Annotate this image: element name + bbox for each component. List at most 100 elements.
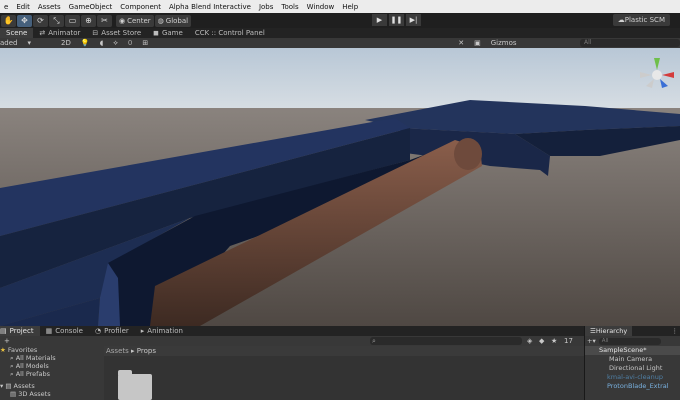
hierarchy-panel: ☰ Hierarchy ⋮ +▾ All SampleScene* Main C… [584, 326, 680, 400]
favorite-all-models[interactable]: ⌕ All Models [0, 362, 104, 370]
menu-edit[interactable]: Edit [12, 3, 34, 11]
folder-icon: ▤ [0, 327, 7, 335]
effects-icon[interactable]: ⟡ [108, 39, 123, 48]
breadcrumb-props[interactable]: Props [137, 347, 156, 355]
menu-window[interactable]: Window [303, 3, 339, 11]
lock-icon[interactable]: ⋮ [672, 327, 680, 335]
menu-jobs[interactable]: Jobs [255, 3, 277, 11]
breadcrumb-assets[interactable]: Assets [106, 347, 129, 355]
favorite-all-materials[interactable]: ⌕ All Materials [0, 354, 104, 362]
hidden-packages-count[interactable]: 17 [564, 337, 573, 345]
tab-game[interactable]: ◼ Game [147, 28, 189, 38]
tab-asset-store[interactable]: ⊟ Asset Store [86, 28, 147, 38]
scene-root[interactable]: SampleScene* [585, 346, 680, 355]
filter-type-icon[interactable]: ◈ [527, 337, 532, 345]
grip-end [454, 138, 482, 170]
animation-icon: ▸ [140, 327, 145, 335]
favorite-label: All Prefabs [15, 370, 50, 378]
favorites-label: Favorites [7, 346, 38, 354]
scale-icon[interactable]: ⤡ [49, 14, 64, 27]
pivot-toggle[interactable]: ◉ Center [116, 14, 154, 27]
project-toolbar: + ⌕ ◈ ◆ ★ 17 [0, 336, 584, 346]
hierarchy-title: Hierarchy [595, 327, 628, 335]
menu-component[interactable]: Component [116, 3, 165, 11]
animation-tab-label: Animation [147, 327, 183, 335]
menu-file[interactable]: e [0, 3, 12, 11]
assets-header[interactable]: ▾ ▤ Assets [0, 382, 104, 390]
tab-scene[interactable]: Scene [0, 28, 34, 38]
pivot-label: Center [127, 16, 151, 25]
favorites-header[interactable]: ★ Favorites [0, 346, 104, 354]
tools-icon[interactable]: ✕ [453, 39, 469, 47]
hierarchy-item[interactable]: kmal-avi-cleanup [585, 373, 680, 382]
main-toolbar: ✋ ✥ ⟳ ⤡ ▭ ⊕ ✂ ◉ Center ◍ Global ▶ ❚❚ ▶| ☁ … [0, 13, 680, 28]
menu-gameobject[interactable]: GameObject [65, 3, 117, 11]
scene-view[interactable] [0, 48, 680, 326]
chevron-down-icon[interactable]: ▾ [22, 39, 36, 47]
store-icon: ⊟ [92, 29, 99, 37]
hierarchy-item[interactable]: Main Camera [585, 355, 680, 364]
favorite-label: All Materials [15, 354, 56, 362]
menu-alpha-blend[interactable]: Alpha Blend Interactive [165, 3, 255, 11]
project-search-input[interactable] [370, 337, 522, 345]
profiler-icon: ◔ [95, 327, 102, 335]
sky [0, 48, 680, 108]
project-tab-label: Project [9, 327, 34, 335]
hierarchy-search-input[interactable]: All [598, 337, 661, 345]
star-icon: ★ [0, 346, 8, 354]
plastic-label: Plastic SCM [624, 16, 665, 24]
light-icon[interactable]: 💡 [76, 39, 95, 47]
cck-tab-label: CCK :: Control Panel [194, 29, 265, 37]
tab-animation[interactable]: ▸ Animation [135, 326, 189, 336]
rect-icon[interactable]: ▭ [65, 14, 80, 27]
audio-icon[interactable]: ◖ [95, 39, 109, 47]
item-label: kmal-avi-cleanup [607, 373, 663, 381]
tab-animator[interactable]: ⇄ Animator [33, 28, 86, 38]
tab-cck-control-panel[interactable]: CCK :: Control Panel [189, 28, 271, 38]
gizmos-dropdown[interactable]: Gizmos [486, 39, 522, 47]
add-icon[interactable]: + [4, 337, 10, 345]
move-icon[interactable]: ✥ [17, 14, 32, 27]
play-button[interactable]: ▶ [372, 14, 387, 26]
pause-button[interactable]: ❚❚ [389, 14, 404, 26]
hand-icon[interactable]: ✋ [1, 14, 16, 27]
shading-mode-dropdown[interactable]: aded [0, 39, 22, 47]
cloud-icon: ☁ [617, 16, 625, 24]
add-icon[interactable]: +▾ [587, 337, 596, 345]
filter-label-icon[interactable]: ◆ [539, 337, 544, 345]
folder-icon[interactable] [118, 370, 152, 400]
space-toggle[interactable]: ◍ Global [154, 14, 192, 27]
game-icon: ◼ [153, 29, 159, 37]
custom-tool-icon[interactable]: ✂ [97, 14, 112, 27]
hidden-count[interactable]: 0 [123, 39, 137, 47]
plastic-scm-button[interactable]: ☁ Plastic SCM [612, 14, 670, 26]
transform-icon[interactable]: ⊕ [81, 14, 96, 27]
menu-tools[interactable]: Tools [277, 3, 302, 11]
2d-toggle[interactable]: 2D [56, 39, 76, 47]
tab-profiler[interactable]: ◔ Profiler [89, 326, 135, 336]
scene-name: SampleScene* [599, 346, 647, 354]
assets-folder-3d[interactable]: ▤ 3D Assets [0, 390, 104, 398]
scene-search-input[interactable]: All [580, 39, 680, 47]
editor-tabs: Scene ⇄ Animator ⊟ Asset Store ◼ Game CCK :… [0, 28, 680, 38]
rotate-icon[interactable]: ⟳ [33, 14, 48, 27]
console-tab-label: Console [55, 327, 83, 335]
step-button[interactable]: ▶| [406, 14, 421, 26]
tab-project[interactable]: ▤ Project [0, 326, 40, 336]
hierarchy-item[interactable]: ProtonBlade_Extral [585, 382, 680, 391]
tab-console[interactable]: ▦ Console [40, 326, 89, 336]
console-icon: ▦ [45, 327, 53, 335]
favorite-all-prefabs[interactable]: ⌕ All Prefabs [0, 370, 104, 378]
grid-icon[interactable]: ⊞ [137, 39, 153, 47]
star-icon[interactable]: ★ [551, 337, 557, 345]
scene-toolbar: aded ▾ 2D 💡 ◖ ⟡ 0 ⊞ ✕ ▣ Gizmos All [0, 38, 680, 48]
search-icon: ⌕ [372, 337, 376, 345]
hierarchy-item[interactable]: Directional Light [585, 364, 680, 373]
camera-icon[interactable]: ▣ [469, 39, 486, 47]
menu-assets[interactable]: Assets [34, 3, 65, 11]
tab-hierarchy[interactable]: ☰ Hierarchy [585, 326, 633, 336]
pivot-icon: ◉ [119, 16, 126, 25]
favorite-label: All Models [15, 362, 49, 370]
hierarchy-toolbar: +▾ All [585, 336, 680, 346]
menu-help[interactable]: Help [338, 3, 362, 11]
